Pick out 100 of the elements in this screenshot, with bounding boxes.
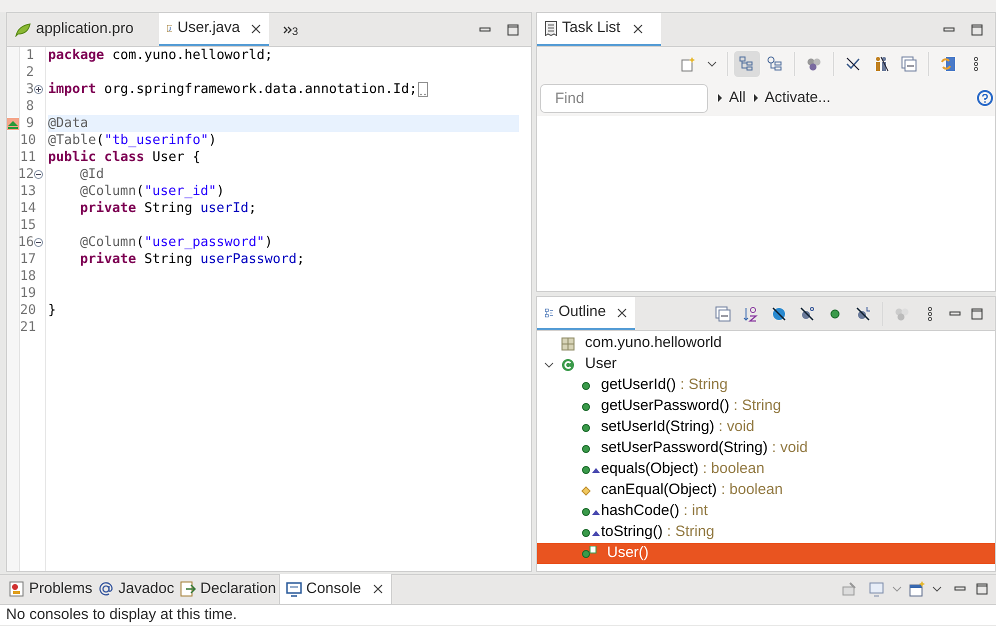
outline-item[interactable]: canEqual(Object) : boolean	[537, 480, 995, 501]
display-console-icon	[869, 581, 885, 597]
outline-item[interactable]: com.yuno.helloworld	[537, 333, 995, 354]
code-line: @Data	[48, 114, 88, 133]
folded-code-marker[interactable]	[418, 82, 428, 97]
expand-button[interactable]	[34, 85, 43, 94]
maximize-icon	[507, 24, 519, 36]
line-number: 8	[26, 98, 34, 116]
help-icon	[982, 94, 988, 102]
task-list-icon	[545, 21, 557, 36]
new-console-icon	[909, 581, 925, 597]
close-button[interactable]	[617, 306, 627, 320]
chevron-down-icon	[892, 586, 902, 592]
view-tab[interactable]: Task List	[537, 13, 661, 46]
more-tabs-button[interactable]: 3	[283, 13, 298, 46]
editor-tab[interactable]: application.pro	[7, 13, 157, 46]
code-line: @Column("user_id")	[79, 182, 224, 201]
code-line: private String userPassword;	[79, 250, 305, 269]
minus-icon	[35, 171, 42, 178]
outline-label: getUserPassword() : String	[601, 396, 782, 416]
triangle-icon	[754, 94, 758, 102]
line-number: 12	[18, 166, 34, 184]
outline-item[interactable]: equals(Object) : boolean	[537, 459, 995, 480]
tab-label: Task List	[562, 18, 620, 38]
filter-link[interactable]: All	[718, 86, 746, 110]
code-line: @Column("user_password")	[79, 234, 273, 252]
console-message: No consoles to display at this time.	[6, 606, 237, 623]
code-line: package com.yuno.helloworld;	[48, 46, 273, 65]
line-number: 16	[18, 234, 34, 252]
line-number: 1	[26, 46, 34, 65]
line-number: 20	[20, 302, 36, 320]
filter-link[interactable]: Activate...	[754, 86, 831, 110]
tab-label: Javadoc	[118, 578, 174, 599]
hide-static-icon	[799, 306, 815, 322]
outline-item[interactable]: getUserPassword() : String	[537, 396, 995, 417]
outline-label: com.yuno.helloworld	[585, 333, 722, 354]
at-sign-icon	[98, 581, 114, 597]
sync-icon	[940, 56, 956, 72]
tab-label: Problems	[29, 578, 92, 599]
minimize-icon	[479, 26, 491, 32]
line-number: 10	[20, 132, 36, 150]
minimize-icon	[943, 26, 955, 32]
spheres-icon	[894, 306, 910, 322]
scheduled-tree-icon	[767, 56, 783, 72]
code-line: @Id	[79, 166, 104, 184]
sort-icon	[743, 306, 759, 322]
line-number: 19	[20, 284, 36, 303]
declaration-icon	[180, 581, 196, 597]
chevron-icon	[544, 360, 554, 370]
view-tab[interactable]: Problems	[6, 574, 96, 604]
view-tab[interactable]: Javadoc	[95, 574, 178, 604]
maximize-icon	[971, 308, 983, 320]
close-icon	[633, 24, 644, 34]
line-number: 14	[20, 200, 36, 218]
collapse-button[interactable]	[34, 238, 43, 247]
close-button[interactable]	[251, 22, 261, 36]
maximize-icon	[976, 583, 988, 595]
close-button[interactable]	[371, 582, 386, 596]
line-number: 15	[20, 216, 36, 235]
line-number: 9	[26, 114, 34, 133]
close-icon	[373, 584, 384, 594]
dots-icon	[420, 93, 426, 96]
line-number: 13	[20, 182, 36, 201]
editor-tab[interactable]: User.java	[159, 13, 269, 46]
minimize-icon	[954, 586, 966, 592]
view-tab[interactable]: Console	[279, 574, 392, 604]
view-tab[interactable]: Outline	[537, 297, 635, 330]
view-tab[interactable]: Declaration	[177, 574, 280, 604]
close-icon	[251, 24, 261, 34]
tab-label: application.pro	[36, 19, 134, 40]
outline-item[interactable]: setUserPassword(String) : void	[537, 438, 995, 459]
people-icon	[873, 56, 889, 72]
search-field[interactable]: Find	[540, 84, 708, 112]
outline-item[interactable]: User()	[537, 543, 995, 564]
outline-item[interactable]: User	[537, 354, 995, 375]
outline-item[interactable]: setUserId(String) : void	[537, 417, 995, 438]
outline-label: equals(Object) : boolean	[601, 459, 764, 480]
code-line: public class User {	[48, 148, 200, 167]
outline-item[interactable]: getUserId() : String	[537, 375, 995, 396]
maximize-icon	[971, 24, 983, 36]
help-button[interactable]	[977, 90, 993, 106]
close-button[interactable]	[631, 22, 646, 36]
minus-icon	[35, 239, 42, 246]
outline-label: hashCode() : int	[601, 501, 708, 522]
outline-icon	[545, 306, 554, 320]
plus-icon	[35, 86, 42, 93]
outline-item[interactable]: hashCode() : int	[537, 501, 995, 522]
chevron-down-icon	[707, 60, 717, 66]
code-line: }	[48, 302, 56, 320]
tab-label: User.java	[177, 18, 240, 38]
line-number: 17	[20, 250, 36, 269]
outline-item[interactable]: toString() : String	[537, 522, 995, 543]
close-icon	[617, 308, 627, 318]
tree-button[interactable]	[734, 50, 760, 76]
line-number: 3	[26, 80, 34, 99]
collapse-all-icon	[715, 306, 731, 322]
collapse-button[interactable]	[34, 170, 43, 179]
new-task-icon	[680, 56, 696, 72]
tab-label: Outline	[558, 302, 606, 322]
tab-label: Console	[306, 578, 362, 599]
